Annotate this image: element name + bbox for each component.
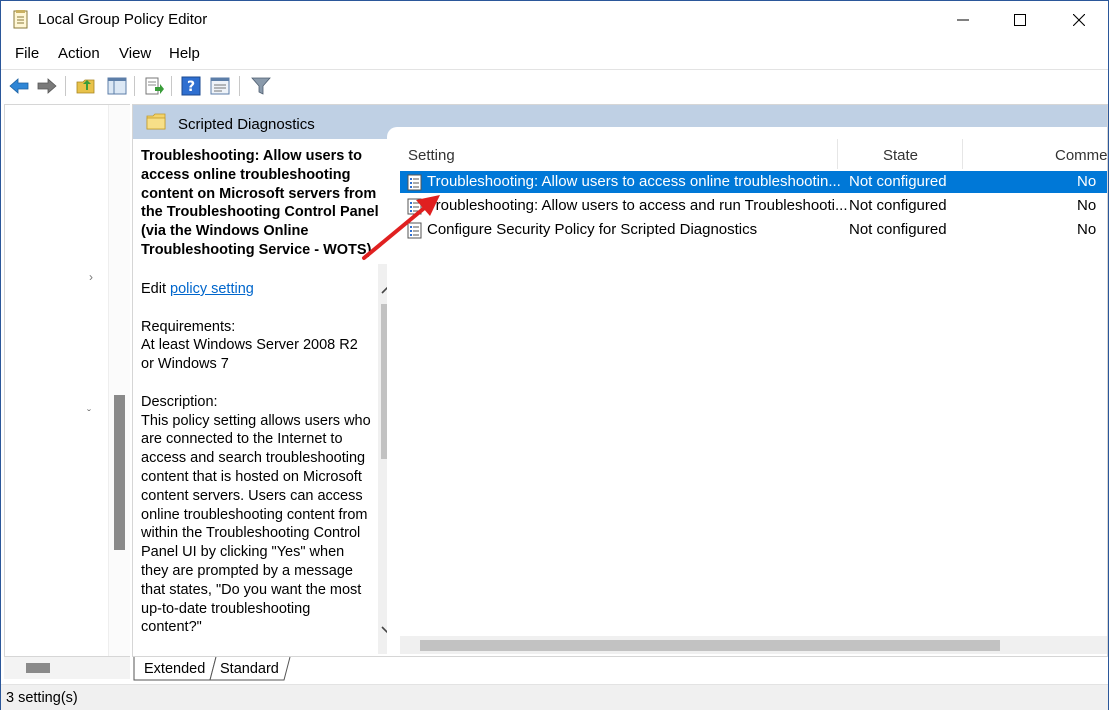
tree-hscroll-thumb[interactable] [26, 663, 50, 673]
minimize-button[interactable] [934, 1, 992, 39]
details-pane: Scripted Diagnostics Troubleshooting: Al… [132, 104, 1108, 657]
tree-pane[interactable]: › ˇ [4, 104, 130, 657]
show-hide-tree-icon [107, 77, 127, 95]
svg-text:?: ? [187, 79, 195, 95]
setting-name: Configure Security Policy for Scripted D… [427, 221, 758, 238]
tab-standard[interactable]: Standard [220, 657, 279, 681]
chevron-down-icon[interactable]: ˇ [87, 407, 91, 421]
title-bar: Local Group Policy Editor [1, 1, 1108, 39]
status-text: 3 setting(s) [6, 690, 78, 706]
chevron-down-icon [381, 626, 387, 634]
edit-prefix: Edit [141, 281, 171, 297]
maximize-button[interactable] [991, 1, 1049, 39]
setting-comment: No [1077, 221, 1097, 238]
menu-action[interactable]: Action [58, 45, 100, 62]
table-row[interactable]: Troubleshooting: Allow users to access o… [400, 171, 1107, 193]
properties-icon [210, 77, 230, 95]
back-icon [9, 78, 29, 94]
setting-name: Troubleshooting: Allow users to access a… [427, 197, 848, 214]
up-folder-icon [76, 79, 95, 94]
chevron-up-icon [381, 286, 387, 294]
up-one-level-button[interactable] [74, 74, 98, 98]
window-title: Local Group Policy Editor [38, 11, 208, 28]
policy-description: Edit policy setting Requirements: At leas… [141, 280, 373, 654]
requirements-text: At least Windows Server 2008 R2 or Windo… [141, 337, 358, 373]
help-button[interactable]: ? [179, 74, 203, 98]
filter-button[interactable] [249, 74, 273, 98]
forward-button[interactable] [35, 74, 59, 98]
folder-header: Scripted Diagnostics [133, 105, 1107, 139]
list-hscroll-thumb[interactable] [420, 640, 1000, 651]
forward-icon [37, 78, 57, 94]
export-list-button[interactable] [142, 74, 166, 98]
setting-state: Not configured [849, 197, 947, 214]
folder-icon [146, 113, 166, 130]
tree-horizontal-scrollbar[interactable] [4, 657, 130, 679]
column-header-comment-wrap: Comment [963, 139, 1107, 169]
policy-setting-icon [407, 222, 422, 239]
policy-setting-icon [407, 174, 422, 191]
export-list-icon [145, 77, 164, 95]
tab-extended[interactable]: Extended [144, 657, 205, 681]
setting-comment: No [1077, 173, 1097, 190]
folder-title: Scripted Diagnostics [178, 116, 315, 133]
description-pane: Troubleshooting: Allow users to access o… [133, 139, 387, 654]
requirements-label: Requirements: [141, 318, 236, 335]
table-row[interactable]: Configure Security Policy for Scripted D… [400, 219, 1107, 241]
back-button[interactable] [7, 74, 31, 98]
chevron-right-icon[interactable]: › [89, 270, 93, 284]
policy-editor-icon [13, 10, 28, 29]
show-hide-tree-button[interactable] [105, 74, 129, 98]
scroll-down-arrow[interactable] [380, 622, 387, 638]
policy-title: Troubleshooting: Allow users to access o… [141, 148, 379, 258]
table-row[interactable]: Troubleshooting: Allow users to access a… [400, 195, 1107, 217]
filter-icon [251, 77, 271, 95]
tree-vertical-scrollbar[interactable] [108, 105, 130, 656]
close-icon [1073, 14, 1085, 26]
maximize-icon [1014, 14, 1026, 26]
column-header-setting[interactable]: Setting [408, 147, 455, 164]
view-tabs: Extended Standard [132, 657, 1108, 681]
minimize-icon [957, 19, 969, 21]
toolbar: ? [1, 69, 1108, 101]
description-label: Description: [141, 393, 218, 410]
scroll-up-arrow[interactable] [380, 282, 387, 298]
setting-name: Troubleshooting: Allow users to access o… [427, 173, 841, 190]
close-button[interactable] [1050, 1, 1108, 39]
setting-state: Not configured [849, 221, 947, 238]
help-icon: ? [181, 76, 201, 96]
list-horizontal-scrollbar[interactable] [400, 636, 1107, 654]
description-scrollbar[interactable] [378, 264, 387, 654]
menu-file[interactable]: File [15, 45, 39, 62]
menu-help[interactable]: Help [169, 45, 200, 62]
description-text: This policy setting allows users who are… [141, 412, 371, 636]
policy-setting-icon [407, 198, 422, 215]
setting-state: Not configured [849, 173, 947, 190]
settings-list: Setting State Comment Troubleshooting: A… [400, 139, 1107, 636]
window: Local Group Policy Editor File Action Vi… [0, 0, 1109, 710]
column-header-state[interactable]: State [883, 147, 918, 164]
status-bar: 3 setting(s) [1, 684, 1108, 710]
menu-bar: File Action View Help [1, 42, 1108, 66]
properties-button[interactable] [208, 74, 232, 98]
edit-policy-setting-link[interactable]: policy setting [170, 281, 254, 297]
description-scroll-thumb[interactable] [381, 304, 387, 459]
tree-scroll-thumb[interactable] [114, 395, 125, 550]
column-header-comment[interactable]: Comment [1055, 147, 1107, 164]
setting-comment: No [1077, 197, 1097, 214]
menu-view[interactable]: View [119, 45, 151, 62]
